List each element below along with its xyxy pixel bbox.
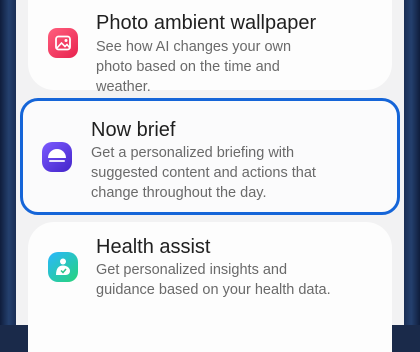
settings-item-now-brief[interactable]: Now brief Get a personalized briefing wi… — [20, 98, 400, 215]
photo-icon — [48, 28, 78, 58]
item-title: Now brief — [91, 119, 176, 141]
device-frame-left — [0, 0, 16, 325]
item-title: Photo ambient wallpaper — [96, 12, 317, 34]
health-icon — [48, 252, 78, 282]
settings-item-health-assist[interactable]: Health assist Get personalized insights … — [28, 222, 392, 352]
device-frame-right — [404, 0, 420, 325]
now-brief-icon — [42, 142, 72, 172]
item-description: Get a personalized briefing with suggest… — [91, 145, 316, 201]
item-title: Health assist — [96, 236, 211, 258]
settings-screen: Photo ambient wallpaper See how AI chang… — [16, 0, 404, 352]
item-description: Get personalized insights and guidance b… — [96, 262, 331, 298]
item-description: See how AI changes your own photo based … — [96, 39, 292, 95]
settings-item-photo-ambient-wallpaper[interactable]: Photo ambient wallpaper See how AI chang… — [28, 0, 392, 95]
